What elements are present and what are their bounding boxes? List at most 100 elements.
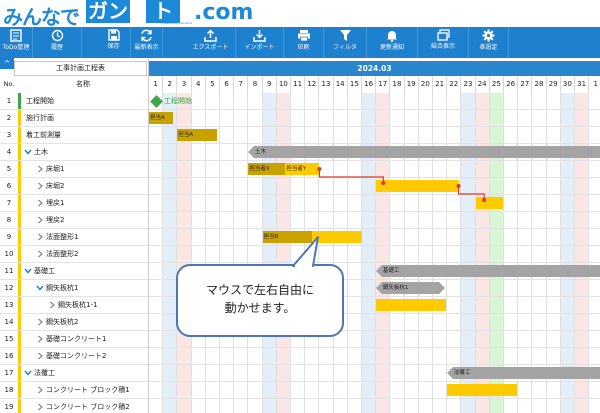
expand-chevron-right-icon[interactable] (48, 297, 56, 313)
expand-chevron-right-icon[interactable] (36, 314, 44, 330)
collapse-header-button[interactable]: ^ (0, 58, 14, 69)
gantt-chart-area[interactable]: 工程開始 担当A 担当A 土木 担当者X 担当者Y 担当B 基礎工 鋼矢板杭1 法覆工 (149, 93, 600, 413)
expand-chevron-right-icon[interactable] (36, 195, 44, 211)
toolbar-merge-view-button[interactable]: 結合表示 (418, 27, 469, 58)
toolbar-print-button[interactable]: 印刷 (284, 27, 324, 58)
task-color-marker (18, 127, 21, 143)
task-row[interactable]: 13 鋼矢板杭1-1 (0, 297, 148, 314)
task-name: 工程開始 (26, 97, 54, 105)
dependency-arrow (457, 186, 485, 200)
day-label: 6 (220, 76, 235, 93)
toolbar-button-label: 結合表示 (430, 43, 455, 50)
expand-chevron-right-icon[interactable] (36, 161, 44, 177)
task-row[interactable]: 11 基礎工 (0, 263, 148, 280)
toolbar-history-button[interactable]: 履歴 (33, 27, 82, 58)
task-row[interactable]: 1 工程開始 (0, 93, 148, 110)
task-name: 着工前測量 (26, 131, 61, 139)
day-label: 16 (362, 76, 377, 93)
day-label: 30 (561, 76, 575, 93)
task-row-number: 8 (6, 216, 12, 224)
task-row[interactable]: 7 埋戻1 (0, 195, 148, 212)
day-label: 1 (149, 76, 164, 93)
task-color-marker (18, 297, 21, 313)
task-row[interactable]: 9 法面整形1 (0, 229, 148, 246)
task-row[interactable]: 16 基礎コンクリート2 (0, 348, 148, 365)
main-toolbar: ToDo管理 履歴 保存 最新表示 エクスポート インポート 印刷 フィルタ 更新通知 結合表示 表… (0, 27, 600, 58)
task-row-number: 2 (6, 114, 12, 122)
merge-view-icon (418, 29, 468, 41)
task-row[interactable]: 14 鋼矢板杭2 (0, 314, 148, 331)
expand-chevron-down-icon[interactable] (36, 280, 44, 296)
expand-chevron-right-icon[interactable] (36, 382, 44, 398)
task-color-marker (18, 229, 21, 245)
task-row-number: 14 (4, 318, 14, 326)
expand-chevron-right-icon[interactable] (36, 212, 44, 228)
task-row-number: 7 (6, 199, 12, 207)
expand-chevron-right-icon[interactable] (36, 229, 44, 245)
day-label: 17 (376, 76, 391, 93)
toolbar-refresh-button[interactable]: 最新表示 (131, 27, 163, 58)
task-row[interactable]: 17 法覆工 (0, 365, 148, 382)
task-row[interactable]: 3 着工前測量 (0, 127, 148, 144)
schedule-title[interactable]: 工事計画工程表 (14, 61, 147, 76)
task-row[interactable]: 18 コンクリート ブロック積1 (0, 382, 148, 399)
dependency-links (317, 167, 487, 202)
app-logo[interactable]: みんなで ガン ト .com Powered by Sandbox (0, 0, 600, 29)
task-row-number: 4 (6, 148, 12, 156)
day-label: 11 (291, 76, 306, 93)
task-row[interactable]: 19 コンクリート ブロック積2 (0, 399, 148, 413)
day-label: 13 (319, 76, 334, 93)
toolbar-export-button[interactable]: エクスポート (186, 27, 236, 58)
callout-line-1: マウスで左右自由に (205, 283, 314, 297)
task-row[interactable]: 8 埋戻2 (0, 212, 148, 229)
task-row[interactable]: 2 施行計画 (0, 110, 148, 127)
dependency-handle-dot[interactable] (381, 181, 386, 185)
print-icon (284, 29, 323, 42)
task-name: 鋼矢板杭1 (46, 284, 79, 292)
task-row-number: 17 (4, 369, 14, 377)
day-label: 27 (518, 76, 533, 93)
callout-line-2: 動かせます。 (224, 301, 296, 315)
task-row[interactable]: 15 基礎コンクリート1 (0, 331, 148, 348)
task-row[interactable]: 10 法面整形2 (0, 246, 148, 263)
task-name: 鋼矢板杭1-1 (58, 301, 98, 309)
dependency-handle-dot[interactable] (456, 184, 461, 188)
expand-chevron-down-icon[interactable] (24, 263, 32, 279)
toolbar-settings-button[interactable]: 表設定 (469, 27, 509, 58)
expand-chevron-right-icon[interactable] (36, 178, 44, 194)
task-row[interactable]: 4 土木 (0, 144, 148, 161)
bell-icon (367, 29, 417, 42)
expand-chevron-down-icon[interactable] (24, 365, 32, 381)
task-name: 基礎コンクリート2 (46, 352, 107, 360)
task-name: 法面整形1 (46, 233, 79, 241)
task-color-marker (18, 246, 21, 262)
day-label: 23 (461, 76, 476, 93)
dependency-handle-dot[interactable] (317, 167, 322, 171)
toolbar-save-button[interactable]: 保存 (97, 27, 131, 58)
day-label: 4 (192, 76, 206, 93)
toolbar-todo-button[interactable]: ToDo管理 (0, 27, 33, 58)
task-row-number: 18 (4, 386, 14, 394)
toolbar-filter-button[interactable]: フィルタ (324, 27, 367, 58)
task-row[interactable]: 5 床堀1 (0, 161, 148, 178)
expand-chevron-right-icon[interactable] (36, 348, 44, 364)
task-row[interactable]: 12 鋼矢板杭1 (0, 280, 148, 297)
expand-chevron-right-icon[interactable] (36, 331, 44, 347)
day-label: 25 (490, 76, 504, 93)
expand-chevron-right-icon[interactable] (36, 399, 44, 413)
task-row-number: 16 (4, 352, 14, 360)
toolbar-import-button[interactable]: インポート (236, 27, 284, 58)
toolbar-bell-button[interactable]: 更新通知 (367, 27, 418, 58)
day-label: 12 (305, 76, 320, 93)
export-icon (186, 29, 235, 42)
task-row-number: 13 (4, 301, 14, 309)
logo-box-to: ト (146, 0, 180, 23)
dependency-handle-dot[interactable] (482, 198, 487, 202)
task-color-marker (18, 178, 21, 194)
task-row[interactable]: 6 床堀2 (0, 178, 148, 195)
logo-text-com: .com (194, 0, 254, 25)
expand-chevron-down-icon[interactable] (24, 144, 32, 160)
task-name: 埋戻2 (46, 216, 65, 224)
expand-chevron-right-icon[interactable] (36, 246, 44, 262)
day-label: 18 (390, 76, 405, 93)
